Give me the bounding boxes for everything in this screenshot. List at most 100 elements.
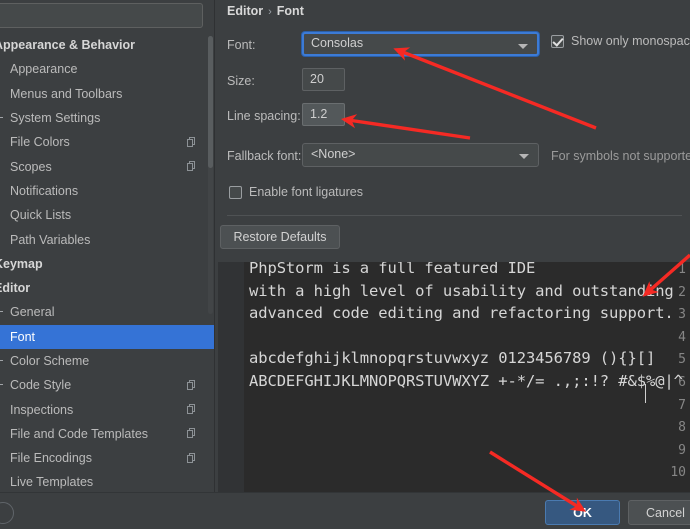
code-line: advanced code editing and refactoring su… (249, 304, 674, 323)
sidebar-item-label: Inspections (10, 402, 74, 417)
code-line: ABCDEFGHIJKLMNOPQRSTUVWXYZ +-*/= .,;:!? … (249, 372, 683, 390)
sidebar-item-file-encodings[interactable]: File Encodings (0, 446, 215, 470)
enable-ligatures-label: Enable font ligatures (249, 185, 363, 199)
fallback-font-label: Fallback font: (227, 149, 302, 163)
dialog-footer: OK Cancel (0, 492, 690, 529)
chevron-down-icon (518, 44, 528, 49)
copy-icon[interactable] (187, 428, 197, 439)
fallback-font-value: <None> (311, 147, 356, 161)
sidebar-item-label: Quick Lists (10, 208, 72, 223)
sidebar-item-font[interactable]: Font (0, 324, 215, 349)
settings-dialog-root: Appearance & Behavior Appearance Menus and… (0, 0, 690, 529)
size-input[interactable]: 20 (302, 68, 345, 91)
editor-gutter (218, 262, 244, 492)
sidebar-item-label: Code Style (10, 378, 72, 393)
sidebar-item-label: General (10, 305, 55, 320)
line-number: 10 (670, 465, 686, 481)
sidebar-item-path-variables[interactable]: Path Variables (0, 227, 215, 251)
sidebar-item-code-style[interactable]: Code Style (0, 373, 215, 397)
settings-tree: Appearance & Behavior Appearance Menus and… (0, 33, 215, 492)
settings-dialog: Appearance & Behavior Appearance Menus and… (0, 0, 690, 529)
size-label: Size: (227, 74, 255, 88)
restore-defaults-button[interactable]: Restore Defaults (220, 225, 340, 249)
line-spacing-row: Line spacing: 1.2 (215, 101, 690, 141)
sidebar-item-appearance-behavior[interactable]: Appearance & Behavior (0, 33, 215, 57)
show-only-monospaced-checkbox[interactable] (551, 34, 564, 48)
sidebar-item-label: Notifications (10, 183, 79, 198)
breadcrumb-separator-icon: › (268, 6, 272, 18)
sidebar-item-system-settings[interactable]: System Settings (0, 106, 215, 130)
copy-icon[interactable] (187, 136, 197, 148)
font-settings-form: Font: Consolas Show only monospaced Size… (215, 30, 690, 215)
sidebar-item-label: Editor (0, 281, 31, 296)
line-number: 4 (678, 329, 686, 345)
code-line: with a high level of usability and outst… (249, 281, 674, 300)
line-number: 5 (678, 352, 686, 368)
enable-ligatures-checkbox[interactable] (229, 185, 242, 199)
line-number: 2 (678, 284, 686, 300)
line-spacing-input[interactable]: 1.2 (302, 103, 345, 126)
sidebar-item-file-and-code-templates[interactable]: File and Code Templates (0, 422, 215, 446)
code-line: abcdefghijklmnopqrstuvwxyz 0123456789 ()… (249, 349, 656, 368)
sidebar-item-appearance[interactable]: Appearance (0, 57, 215, 81)
sidebar-scrollbar-thumb[interactable] (208, 36, 213, 168)
font-preview-editor[interactable]: 1 PhpStorm is a full featured IDE 2 with a … (218, 262, 690, 492)
ligatures-row: Enable font ligatures (215, 179, 690, 215)
sidebar-item-keymap[interactable]: Keymap (0, 252, 215, 276)
fallback-font-note: For symbols not supported (551, 149, 690, 163)
sidebar-item-quick-lists[interactable]: Quick Lists (0, 203, 215, 227)
line-number: 1 (678, 262, 686, 277)
sidebar-item-label: Font (10, 329, 36, 344)
fallback-font-combobox[interactable]: <None> (302, 143, 539, 167)
sidebar-search-wrapper (0, 3, 203, 28)
expand-arrow-icon[interactable] (0, 357, 6, 365)
sidebar-item-label: Menus and Toolbars (10, 86, 123, 101)
size-value: 20 (310, 72, 324, 86)
sidebar-item-inspections[interactable]: Inspections (0, 397, 215, 421)
line-spacing-value: 1.2 (310, 107, 328, 121)
font-label: Font: (227, 38, 256, 52)
sidebar-item-notifications[interactable]: Notifications (0, 179, 215, 203)
sidebar-item-label: Color Scheme (10, 354, 90, 368)
font-combobox[interactable]: Consolas (302, 32, 539, 56)
search-input[interactable] (0, 3, 203, 28)
sidebar-item-scopes[interactable]: Scopes (0, 154, 215, 178)
show-only-monospaced-checkbox-row[interactable]: Show only monospaced (551, 34, 690, 48)
sidebar-item-label: File Colors (10, 135, 70, 150)
sidebar-item-editor[interactable]: Editor (0, 276, 215, 300)
line-number: 9 (678, 442, 686, 458)
sidebar-item-color-scheme[interactable]: Color Scheme (0, 349, 215, 373)
sidebar-item-menus-and-toolbars[interactable]: Menus and Toolbars (0, 82, 215, 106)
breadcrumb: Editor › Font (227, 4, 304, 18)
cancel-button[interactable]: Cancel (628, 500, 690, 525)
line-number: 7 (678, 397, 686, 413)
expand-arrow-icon[interactable] (0, 381, 6, 389)
line-spacing-label: Line spacing: (227, 109, 301, 123)
sidebar-item-label: Scopes (10, 159, 52, 174)
expand-arrow-icon[interactable] (0, 308, 6, 316)
copy-icon[interactable] (187, 379, 197, 391)
copy-icon[interactable] (187, 404, 197, 415)
sidebar-item-label: File Encodings (10, 451, 92, 466)
content-divider (227, 215, 682, 216)
sidebar-item-label: Keymap (0, 256, 43, 271)
expand-arrow-icon[interactable] (0, 114, 6, 122)
sidebar-item-live-templates[interactable]: Live Templates (0, 470, 215, 492)
sidebar-item-general[interactable]: General (0, 300, 215, 324)
ok-button[interactable]: OK (545, 500, 620, 525)
breadcrumb-current: Font (276, 4, 304, 18)
show-only-monospaced-label: Show only monospaced (571, 34, 690, 48)
sidebar-item-label: Appearance (10, 62, 78, 77)
sidebar-scrollbar-track[interactable] (208, 36, 213, 314)
copy-icon[interactable] (187, 161, 197, 172)
font-row: Font: Consolas Show only monospaced (215, 30, 690, 66)
enable-ligatures-checkbox-row[interactable]: Enable font ligatures (229, 185, 363, 199)
copy-icon[interactable] (187, 452, 197, 464)
sidebar-item-file-colors[interactable]: File Colors (0, 130, 215, 154)
settings-sidebar: Appearance & Behavior Appearance Menus and… (0, 0, 215, 492)
sidebar-item-label: Appearance & Behavior (0, 38, 136, 53)
fallback-font-row: Fallback font: <None> For symbols not su… (215, 141, 690, 179)
sidebar-item-label: Path Variables (10, 232, 91, 247)
sidebar-item-label: Live Templates (10, 475, 94, 490)
breadcrumb-root[interactable]: Editor (227, 4, 263, 18)
